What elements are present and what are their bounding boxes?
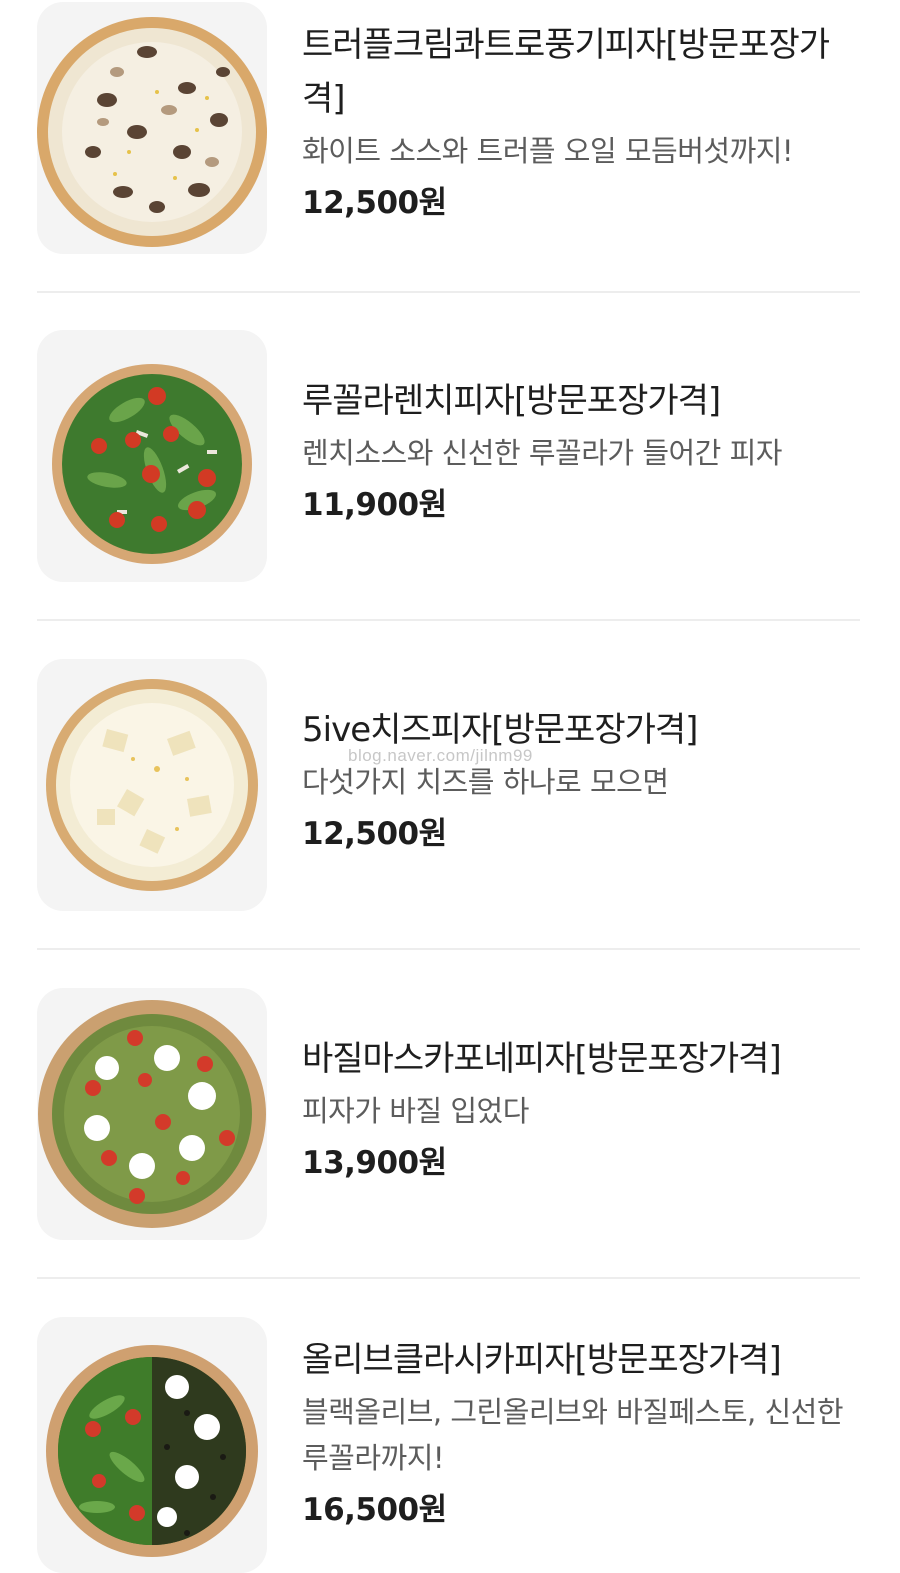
- watermark: blog.naver.com/jilnm99: [348, 746, 533, 765]
- menu-item-name: 올리브클라시카피자[방문포장가격]: [302, 1340, 782, 1380]
- olive-classica-pizza-image: [37, 1317, 267, 1573]
- divider: [37, 1277, 860, 1279]
- menu-item-price: 16,500원: [302, 1492, 447, 1528]
- divider: [37, 291, 860, 293]
- divider: [37, 619, 860, 621]
- menu-item-description: 렌치소스와 신선한 루꼴라가 들어간 피자: [302, 436, 782, 470]
- truffle-mushroom-pizza-image: [37, 2, 267, 254]
- menu-item[interactable]: 루꼴라렌치피자[방문포장가격] 렌치소스와 신선한 루꼴라가 들어간 피자 11…: [37, 330, 860, 582]
- menu-item-price: 12,500원: [302, 185, 447, 221]
- menu-item-price: 11,900원: [302, 487, 447, 523]
- menu-item-info: 루꼴라렌치피자[방문포장가격] 렌치소스와 신선한 루꼴라가 들어간 피자 11…: [302, 374, 862, 530]
- menu-item[interactable]: 올리브클라시카피자[방문포장가격] 블랙올리브, 그린올리브와 바질페스토, 신…: [37, 1317, 860, 1573]
- menu-item[interactable]: 바질마스카포네피자[방문포장가격] 피자가 바질 입었다 13,900원: [37, 988, 860, 1240]
- menu-item-info: 트러플크림콰트로풍기피자[방문포장가격] 화이트 소스와 트러플 오일 모듬버섯…: [302, 18, 862, 228]
- menu-item-name: 루꼴라렌치피자[방문포장가격]: [302, 381, 721, 421]
- menu-item-name: 바질마스카포네피자[방문포장가격]: [302, 1039, 782, 1079]
- menu-item-info: 바질마스카포네피자[방문포장가격] 피자가 바질 입었다 13,900원: [302, 1032, 862, 1188]
- basil-mascarpone-pizza-image: [37, 988, 267, 1240]
- menu-item-name: 트러플크림콰트로풍기피자[방문포장가격]: [302, 25, 830, 119]
- five-cheese-pizza-image: [37, 659, 267, 911]
- menu-item-info: 5ive치즈피자[방문포장가격] 다섯가지 치즈를 하나로 모으면 12,500…: [302, 703, 862, 859]
- menu-item[interactable]: 5ive치즈피자[방문포장가격] 다섯가지 치즈를 하나로 모으면 12,500…: [37, 659, 860, 911]
- arugula-ranch-pizza-image: [37, 330, 267, 582]
- menu-item-description: 블랙올리브, 그린올리브와 바질페스토, 신선한 루꼴라까지!: [302, 1395, 844, 1475]
- menu-item[interactable]: 트러플크림콰트로풍기피자[방문포장가격] 화이트 소스와 트러플 오일 모듬버섯…: [37, 2, 860, 254]
- menu-item-price: 12,500원: [302, 816, 447, 852]
- menu-item-description: 피자가 바질 입었다: [302, 1094, 529, 1128]
- divider: [37, 948, 860, 950]
- menu-item-info: 올리브클라시카피자[방문포장가격] 블랙올리브, 그린올리브와 바질페스토, 신…: [302, 1333, 862, 1535]
- menu-item-price: 13,900원: [302, 1145, 447, 1181]
- menu-item-description: 화이트 소스와 트러플 오일 모듬버섯까지!: [302, 134, 794, 168]
